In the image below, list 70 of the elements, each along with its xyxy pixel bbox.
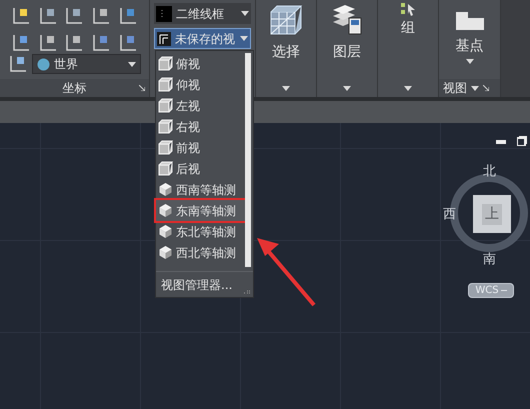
axis-icon[interactable] — [91, 32, 112, 52]
view-combo[interactable]: 未保存的视 — [154, 28, 251, 49]
resize-grip-icon[interactable] — [244, 290, 250, 294]
menu-item[interactable]: 左视 — [156, 95, 245, 116]
menu-item[interactable]: 西南等轴测 — [156, 179, 245, 200]
caret-icon — [240, 36, 248, 41]
view-icon — [157, 32, 171, 46]
menu-item[interactable]: 后视 — [156, 158, 245, 179]
restore-icon[interactable] — [517, 136, 527, 146]
cube-icon — [158, 245, 173, 260]
caret-icon — [282, 86, 290, 91]
ucs-combo[interactable]: 世界 — [32, 54, 141, 74]
view-cube-face[interactable]: 上 — [473, 195, 511, 233]
layers-icon — [331, 4, 363, 36]
caret-icon — [241, 11, 249, 16]
axis-icon[interactable] — [91, 6, 112, 26]
globe-icon — [37, 58, 50, 70]
axis-icon[interactable] — [11, 6, 32, 26]
axis-icon[interactable] — [64, 6, 84, 26]
cube-icon — [158, 77, 173, 92]
cube-icon — [158, 140, 173, 155]
menu-item[interactable]: 右视 — [156, 116, 245, 137]
axis-icon[interactable] — [38, 32, 58, 52]
caret-icon — [128, 62, 136, 66]
ucs-value: 世界 — [53, 56, 79, 73]
panel-label: 坐标 — [62, 80, 86, 97]
group-cursor-icon — [400, 2, 416, 16]
face-label: 上 — [482, 204, 502, 224]
launcher-icon[interactable] — [139, 85, 145, 91]
ribbon-button[interactable]: 基点 — [439, 0, 500, 57]
menu-item[interactable]: 东北等轴测 — [156, 221, 245, 242]
axis-icon[interactable] — [38, 6, 58, 26]
cube-icon — [158, 224, 173, 239]
menu-item[interactable]: 仰视 — [156, 74, 245, 95]
axis-icon[interactable] — [118, 6, 138, 26]
compass-label[interactable]: 西 — [443, 205, 456, 224]
menu-item[interactable]: 俯视 — [156, 53, 245, 74]
menu-item[interactable]: 前视 — [156, 137, 245, 158]
axis-icon[interactable] — [8, 54, 28, 74]
scrollbar[interactable] — [245, 53, 251, 267]
launcher-icon[interactable] — [483, 85, 489, 91]
folder-shape-icon — [456, 12, 484, 30]
cube-icon — [158, 119, 173, 134]
caret-icon — [404, 86, 412, 91]
caret-icon — [343, 86, 351, 91]
view-value: 未保存的视 — [175, 30, 236, 48]
ribbon-button[interactable]: 组 — [400, 0, 416, 39]
ribbon-button[interactable]: 图层 — [331, 0, 363, 63]
compass-label[interactable]: 北 — [483, 162, 496, 182]
cube-icon — [158, 56, 173, 71]
axis-icon[interactable] — [64, 32, 84, 52]
caret-icon — [471, 86, 479, 90]
caret-icon — [466, 59, 474, 64]
visual-style-combo[interactable]: 二维线框 — [154, 3, 251, 24]
view-manager-item[interactable]: 视图管理器... — [156, 272, 253, 294]
cube-icon — [158, 182, 173, 197]
cube-icon — [158, 98, 173, 113]
cube-icon — [158, 203, 173, 218]
visual-style-value: 二维线框 — [176, 6, 225, 22]
panel-label: 视图 — [443, 80, 467, 97]
menu-item[interactable]: 东南等轴测 — [156, 200, 245, 221]
annotation-arrow — [255, 235, 317, 307]
ribbon-button[interactable]: 选择 — [269, 0, 303, 63]
axis-icon[interactable] — [118, 32, 138, 52]
menu-item[interactable]: 西北等轴测 — [156, 242, 245, 263]
axis-icon[interactable] — [11, 32, 32, 52]
cube-icon — [158, 161, 173, 176]
grid-cube-icon — [269, 4, 303, 36]
wireframe-icon — [156, 6, 172, 22]
compass-label[interactable]: 南 — [483, 250, 496, 270]
